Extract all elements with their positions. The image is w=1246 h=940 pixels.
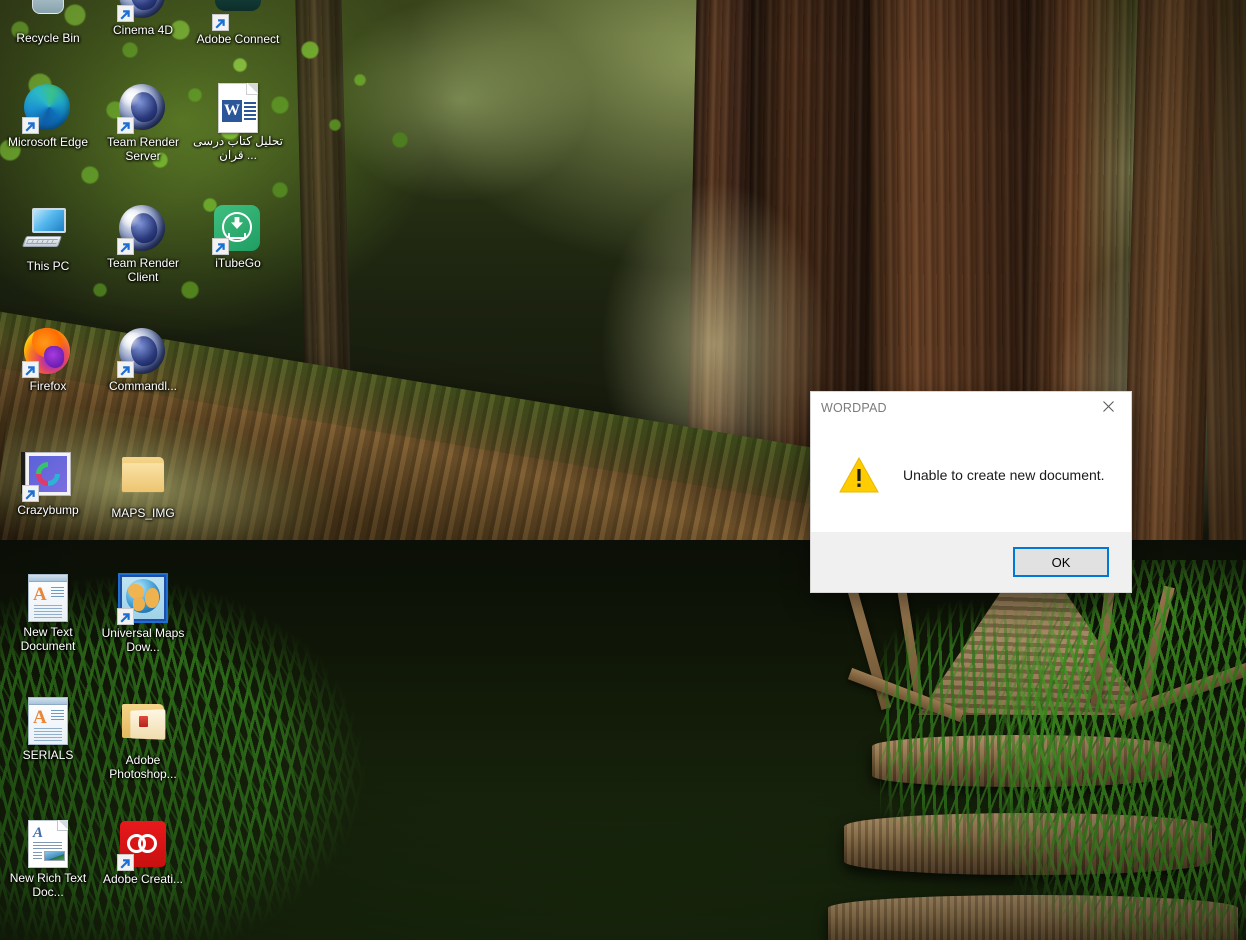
desktop-icon-6[interactable]: W تحلیل کتاب درسی قران ... <box>192 83 284 162</box>
desktop-icon-10[interactable]: Firefox <box>2 328 94 394</box>
desktop-icon-label: Team Render Server <box>106 135 180 163</box>
close-icon <box>1103 399 1114 417</box>
dialog-titlebar[interactable]: WORDPAD <box>811 392 1131 424</box>
desktop-icon-19[interactable]: Adobe Creati... <box>97 820 189 887</box>
folder-open-icon <box>119 702 167 750</box>
cinema4d-icon <box>117 328 167 378</box>
desktop-icon-11[interactable]: Commandl... <box>97 328 189 394</box>
desktop-icon-label: Cinema 4D <box>112 23 174 37</box>
desktop-icon-2[interactable]: Cinema 4D <box>97 0 189 38</box>
shortcut-overlay-icon <box>212 14 229 31</box>
desktop-icon-15[interactable]: Universal Maps Dow... <box>97 573 189 654</box>
desktop-icon-label: This PC <box>26 259 70 273</box>
desktop-icon-label: Adobe Connect <box>196 32 280 46</box>
desktop-icon-4[interactable]: Microsoft Edge <box>2 84 94 150</box>
desktop-icon-label: SERIALS <box>22 748 74 762</box>
shortcut-overlay-icon <box>117 361 134 378</box>
rich-text-document-icon: A <box>24 820 72 868</box>
shortcut-overlay-icon <box>117 117 134 134</box>
desktop-icon-9[interactable]: iTubeGo <box>192 205 284 271</box>
desktop-icon-label: Microsoft Edge <box>7 135 89 149</box>
desktop-icon-label: Firefox <box>29 379 67 393</box>
itubego-icon <box>212 205 262 255</box>
desktop[interactable]: Recycle Bin Cinema 4D Adobe Connect Microso… <box>0 0 1246 940</box>
ok-button[interactable]: OK <box>1013 547 1109 577</box>
desktop-icon-label: New Rich Text Doc... <box>9 871 87 899</box>
this-pc-icon <box>21 208 72 256</box>
desktop-icon-17[interactable]: Adobe Photoshop... <box>97 697 189 781</box>
word-document-icon: W <box>214 83 262 133</box>
desktop-icon-label: Adobe Photoshop... <box>109 753 177 781</box>
desktop-icon-8[interactable]: Team Render Client <box>97 205 189 284</box>
desktop-icon-1[interactable]: Recycle Bin <box>2 0 94 46</box>
firefox-icon <box>22 328 72 378</box>
shortcut-overlay-icon <box>22 485 39 502</box>
folder-icon <box>119 455 167 503</box>
desktop-icon-label: New Text Document <box>20 625 76 653</box>
warning-triangle-icon <box>839 457 879 493</box>
crazybump-icon <box>21 452 72 502</box>
shortcut-overlay-icon <box>22 117 39 134</box>
microsoft-edge-icon <box>22 84 72 134</box>
dialog-message: Unable to create new document. <box>903 467 1105 483</box>
desktop-icon-3[interactable]: Adobe Connect <box>192 0 284 47</box>
cinema4d-icon <box>117 0 167 22</box>
wordpad-error-dialog[interactable]: WORDPAD Unable to create new document. O… <box>811 392 1131 592</box>
desktop-icon-12[interactable]: Crazybump <box>2 450 94 518</box>
desktop-icon-7[interactable]: This PC <box>2 205 94 274</box>
recycle-bin-icon <box>24 0 72 28</box>
desktop-icon-label: تحلیل کتاب درسی قران ... <box>193 134 283 162</box>
close-button[interactable] <box>1086 392 1131 424</box>
shortcut-overlay-icon <box>117 5 134 22</box>
dialog-footer: OK <box>811 532 1131 592</box>
wallpaper-ferns-right <box>1000 560 1246 940</box>
desktop-icon-label: Commandl... <box>108 379 178 393</box>
text-document-icon: A <box>24 574 72 622</box>
shortcut-overlay-icon <box>117 238 134 255</box>
desktop-icon-label: Adobe Creati... <box>102 872 184 886</box>
desktop-icon-label: Universal Maps Dow... <box>101 626 185 654</box>
adobe-connect-icon <box>212 0 262 31</box>
cinema4d-icon <box>117 84 167 134</box>
desktop-icon-label: MAPS_IMG <box>111 506 175 520</box>
shortcut-overlay-icon <box>117 854 134 871</box>
desktop-icon-16[interactable]: A SERIALS <box>2 697 94 763</box>
desktop-icon-label: Crazybump <box>17 503 79 517</box>
dialog-content: Unable to create new document. <box>811 424 1131 532</box>
desktop-icon-label: Recycle Bin <box>16 31 80 45</box>
desktop-icon-13[interactable]: MAPS_IMG <box>97 450 189 521</box>
desktop-icon-14[interactable]: A New Text Document <box>2 574 94 653</box>
desktop-icon-label: Team Render Client <box>106 256 180 284</box>
shortcut-overlay-icon <box>117 608 134 625</box>
desktop-icon-5[interactable]: Team Render Server <box>97 84 189 163</box>
desktop-icon-18[interactable]: A New Rich Text Doc... <box>2 820 94 899</box>
universal-maps-icon <box>117 573 168 625</box>
adobe-cc-icon <box>117 821 167 871</box>
dialog-title: WORDPAD <box>821 401 887 415</box>
desktop-icon-label: iTubeGo <box>215 256 261 270</box>
cinema4d-icon <box>117 205 167 255</box>
shortcut-overlay-icon <box>212 238 229 255</box>
text-document-icon: A <box>24 697 72 745</box>
shortcut-overlay-icon <box>22 361 39 378</box>
